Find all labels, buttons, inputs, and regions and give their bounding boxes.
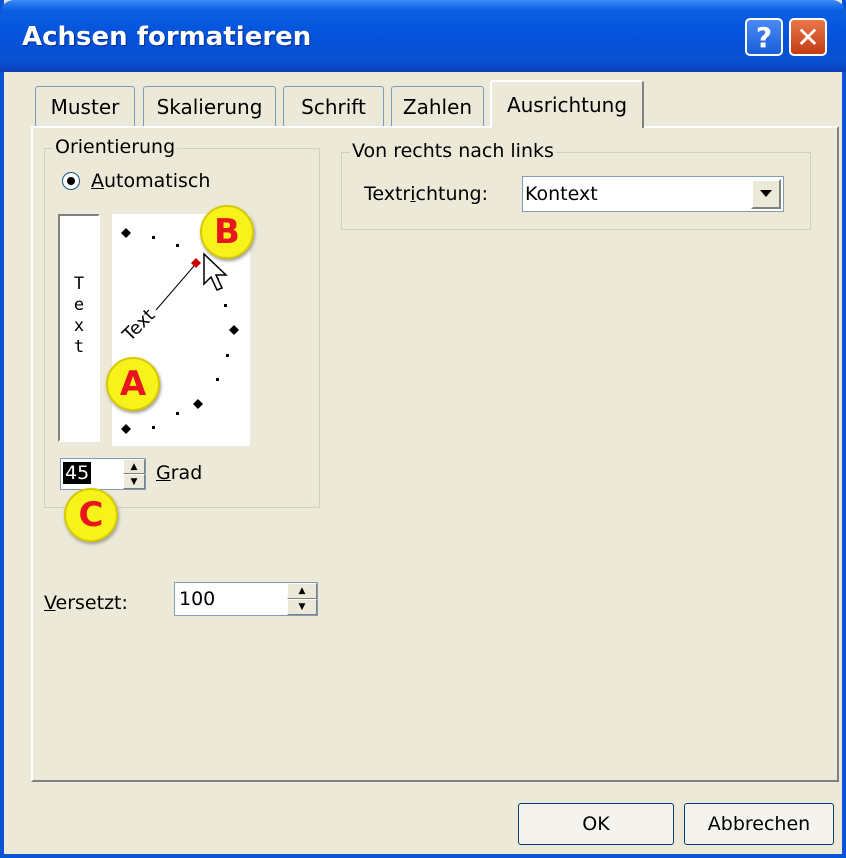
offset-up-button[interactable]: ▲ (287, 583, 317, 599)
cursor-icon (203, 252, 228, 291)
offset-down-button[interactable]: ▼ (287, 599, 317, 615)
auto-radio-label-rest: utomatisch (104, 170, 211, 192)
vertical-char: e (73, 295, 85, 315)
help-button[interactable]: ? (745, 18, 783, 56)
close-button[interactable]: ✕ (789, 18, 827, 56)
orientation-group-label: Orientierung (53, 136, 178, 158)
tab-skalierung[interactable]: Skalierung (143, 86, 276, 126)
offset-value[interactable]: 100 (179, 588, 215, 610)
dial-dots (152, 236, 229, 429)
rtl-group-label: Von rechts nach links (350, 140, 556, 162)
vertical-char: T (73, 274, 85, 294)
offset-spin-buttons: ▲ ▼ (287, 583, 317, 615)
text-direction-value: Kontext (525, 183, 598, 205)
tab-zahlen[interactable]: Zahlen (391, 86, 484, 126)
vertical-char: x (73, 316, 85, 336)
vertical-text-box[interactable]: T e x t (58, 214, 100, 442)
offset-label: Versetzt: (44, 592, 128, 614)
degree-up-button[interactable]: ▲ (123, 459, 145, 474)
dialog-title: Achsen formatieren (22, 22, 312, 52)
title-bar[interactable]: Achsen formatieren ? ✕ (0, 0, 846, 72)
marker-b: B (200, 205, 254, 259)
dial-right-diamond (229, 325, 239, 335)
dial-text: Text (118, 305, 159, 346)
degree-label-rest: rad (170, 462, 203, 484)
degree-value[interactable]: 45 (63, 462, 92, 484)
dial-bottom-diamond (121, 424, 131, 434)
text-direction-dropdown-button[interactable] (751, 179, 781, 209)
auto-radio-accesskey: A (91, 170, 104, 192)
degree-spinner[interactable]: 45 ▲ ▼ (60, 458, 146, 490)
cancel-button[interactable]: Abbrechen (684, 803, 834, 845)
help-icon: ? (755, 20, 773, 54)
text-direction-select[interactable]: Kontext (522, 176, 784, 212)
auto-radio[interactable] (62, 172, 80, 190)
tab-ausrichtung[interactable]: Ausrichtung (490, 80, 644, 128)
dialog-window: Achsen formatieren ? ✕ Muster Skalierung… (0, 0, 846, 858)
offset-label-rest: ersetzt: (55, 592, 128, 614)
offset-spinner[interactable]: 100 ▲ ▼ (174, 582, 318, 616)
degree-spin-buttons: ▲ ▼ (123, 459, 145, 489)
auto-radio-label[interactable]: Automatisch (91, 170, 210, 192)
text-direction-label-b: chtung: (415, 183, 489, 205)
degree-label: Grad (156, 462, 202, 484)
tab-muster[interactable]: Muster (35, 86, 135, 126)
text-direction-label-a: Textr (364, 183, 411, 205)
dial-top-diamond (121, 228, 131, 238)
close-icon: ✕ (796, 20, 820, 54)
ok-button[interactable]: OK (518, 803, 674, 845)
dial-selected-diamond (191, 258, 201, 268)
tab-schrift[interactable]: Schrift (283, 86, 384, 126)
dial-line (155, 265, 195, 311)
marker-c: C (64, 488, 118, 542)
offset-accesskey: V (44, 592, 56, 614)
vertical-char: t (73, 337, 85, 357)
vertical-text: T e x t (72, 274, 86, 358)
text-direction-label: Textrichtung: (364, 183, 488, 205)
dial-lower-diamond (193, 399, 203, 409)
degree-accesskey: G (156, 462, 171, 484)
marker-a: A (106, 357, 160, 411)
degree-down-button[interactable]: ▼ (123, 474, 145, 489)
chevron-down-icon (760, 190, 772, 197)
